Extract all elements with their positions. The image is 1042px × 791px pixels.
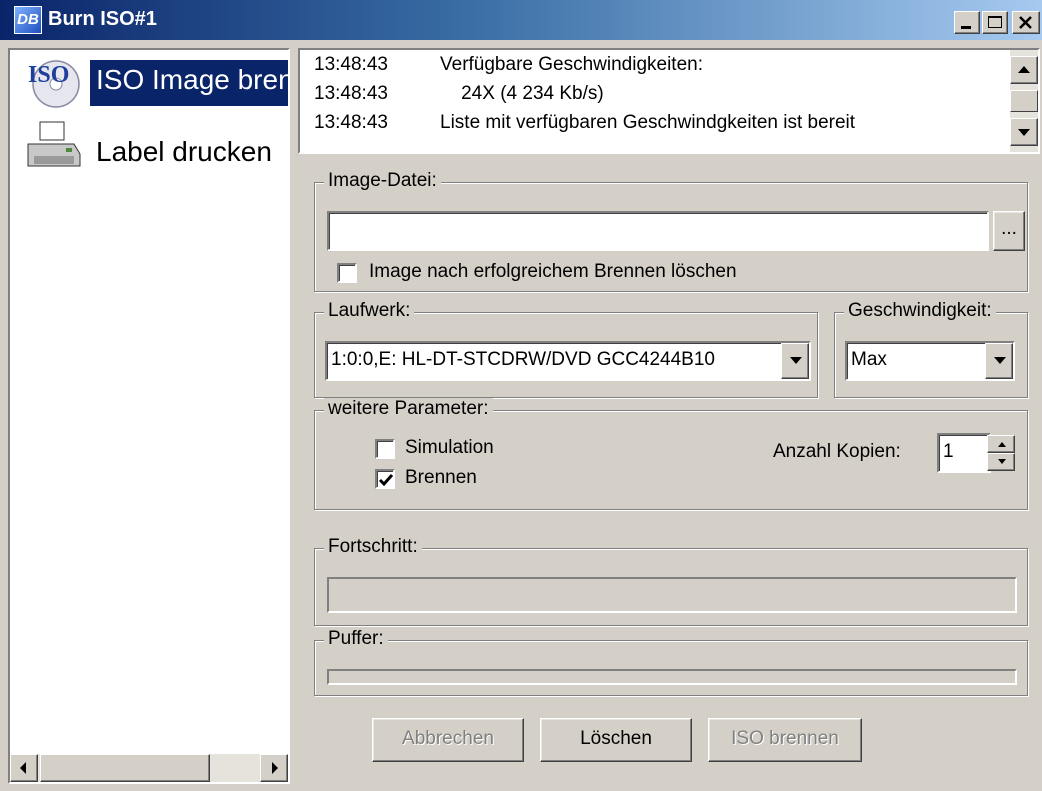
app-logo-icon: DB bbox=[14, 6, 42, 34]
log-time: 13:48:43 bbox=[314, 54, 388, 75]
burn-iso-button[interactable]: ISO brennen bbox=[708, 718, 862, 762]
log-output[interactable]: 13:48:43 Verfügbare Geschwindigkeiten: 13… bbox=[298, 48, 1040, 154]
image-file-group: Image-Datei: ... Image nach erfolgreiche… bbox=[314, 170, 1028, 292]
arrow-down-icon bbox=[1018, 129, 1030, 136]
image-path-input[interactable] bbox=[327, 211, 989, 251]
printer-icon bbox=[27, 121, 81, 167]
group-label: Geschwindigkeit: bbox=[844, 300, 996, 322]
copies-label: Anzahl Kopien: bbox=[773, 441, 901, 462]
minimize-icon bbox=[961, 26, 971, 29]
progress-bar bbox=[327, 577, 1017, 613]
cancel-button[interactable]: Abbrechen bbox=[372, 718, 524, 762]
speed-dropdown-button[interactable] bbox=[985, 343, 1013, 379]
delete-after-burn-label: Image nach erfolgreichem Brennen löschen bbox=[369, 261, 737, 282]
close-button[interactable] bbox=[1012, 11, 1040, 34]
log-message: Liste mit verfügbaren Geschwindgkeiten i… bbox=[440, 112, 856, 133]
minimize-button[interactable] bbox=[954, 11, 980, 34]
iso-disc-icon: ISO bbox=[28, 60, 80, 108]
chevron-down-icon bbox=[994, 357, 1006, 364]
drive-select[interactable]: 1:0:0,E: HL-DT-STCDRW/DVD GCC4244B10 bbox=[325, 341, 811, 381]
speed-group: Geschwindigkeit: Max bbox=[834, 300, 1028, 398]
buffer-group: Puffer: bbox=[314, 628, 1028, 696]
copies-increment-button[interactable] bbox=[987, 435, 1015, 453]
task-tree[interactable]: ISO ISO Image brennen Label drucken bbox=[8, 48, 290, 784]
arrow-up-icon bbox=[1018, 66, 1030, 73]
arrow-up-icon bbox=[998, 442, 1006, 447]
delete-after-burn-checkbox[interactable] bbox=[337, 263, 357, 283]
scroll-right-button[interactable] bbox=[260, 754, 288, 782]
maximize-button[interactable] bbox=[982, 11, 1008, 34]
group-label: Image-Datei: bbox=[324, 170, 441, 192]
tree-item-label: Label drucken bbox=[96, 136, 272, 167]
simulation-label: Simulation bbox=[405, 437, 494, 458]
arrow-down-icon bbox=[998, 459, 1006, 464]
horizontal-scrollbar[interactable] bbox=[10, 754, 288, 782]
log-row: 13:48:43 24X (4 234 Kb/s) bbox=[314, 83, 604, 105]
group-label: Fortschritt: bbox=[324, 536, 422, 558]
copies-decrement-button[interactable] bbox=[987, 453, 1015, 471]
scroll-left-button[interactable] bbox=[10, 754, 38, 782]
progress-group: Fortschritt: bbox=[314, 536, 1028, 626]
tree-item-label: ISO Image brennen bbox=[90, 60, 288, 106]
iso-icon-text: ISO bbox=[28, 62, 69, 88]
group-label: Puffer: bbox=[324, 628, 388, 650]
burn-label: Brennen bbox=[405, 467, 477, 488]
burn-iso-window: DB Burn ISO#1 ISO ISO Image brennen bbox=[0, 0, 1042, 791]
log-time: 13:48:43 bbox=[314, 83, 388, 104]
log-message: 24X (4 234 Kb/s) bbox=[440, 83, 604, 104]
drive-dropdown-button[interactable] bbox=[781, 343, 809, 379]
arrow-right-icon bbox=[272, 762, 278, 774]
copies-input[interactable]: 1 bbox=[937, 433, 991, 473]
drive-group: Laufwerk: 1:0:0,E: HL-DT-STCDRW/DVD GCC4… bbox=[314, 300, 818, 398]
log-message: Verfügbare Geschwindigkeiten: bbox=[440, 54, 703, 75]
title-bar[interactable]: DB Burn ISO#1 bbox=[0, 0, 1042, 40]
simulation-checkbox[interactable] bbox=[375, 439, 395, 459]
buffer-bar bbox=[327, 669, 1017, 685]
clear-button[interactable]: Löschen bbox=[540, 718, 692, 762]
window-title: Burn ISO#1 bbox=[48, 8, 157, 30]
log-row: 13:48:43 Liste mit verfügbaren Geschwindg… bbox=[314, 112, 855, 134]
group-label: Laufwerk: bbox=[324, 300, 415, 322]
vertical-scrollbar[interactable] bbox=[1010, 50, 1038, 152]
scrollbar-thumb[interactable] bbox=[40, 754, 210, 782]
log-row: 13:48:43 Verfügbare Geschwindigkeiten: bbox=[314, 54, 703, 76]
chevron-down-icon bbox=[790, 357, 802, 364]
maximize-icon bbox=[988, 16, 1002, 28]
close-icon bbox=[1019, 16, 1032, 29]
browse-button[interactable]: ... bbox=[993, 211, 1025, 251]
scrollbar-thumb[interactable] bbox=[1010, 90, 1038, 112]
parameters-group: weitere Parameter: Simulation Brennen An… bbox=[314, 398, 1028, 510]
checkmark-icon bbox=[378, 474, 394, 487]
arrow-left-icon bbox=[20, 762, 26, 774]
scroll-down-button[interactable] bbox=[1010, 118, 1038, 146]
burn-checkbox[interactable] bbox=[375, 469, 395, 489]
group-label: weitere Parameter: bbox=[324, 398, 493, 420]
log-time: 13:48:43 bbox=[314, 112, 388, 133]
scroll-up-button[interactable] bbox=[1010, 56, 1038, 84]
